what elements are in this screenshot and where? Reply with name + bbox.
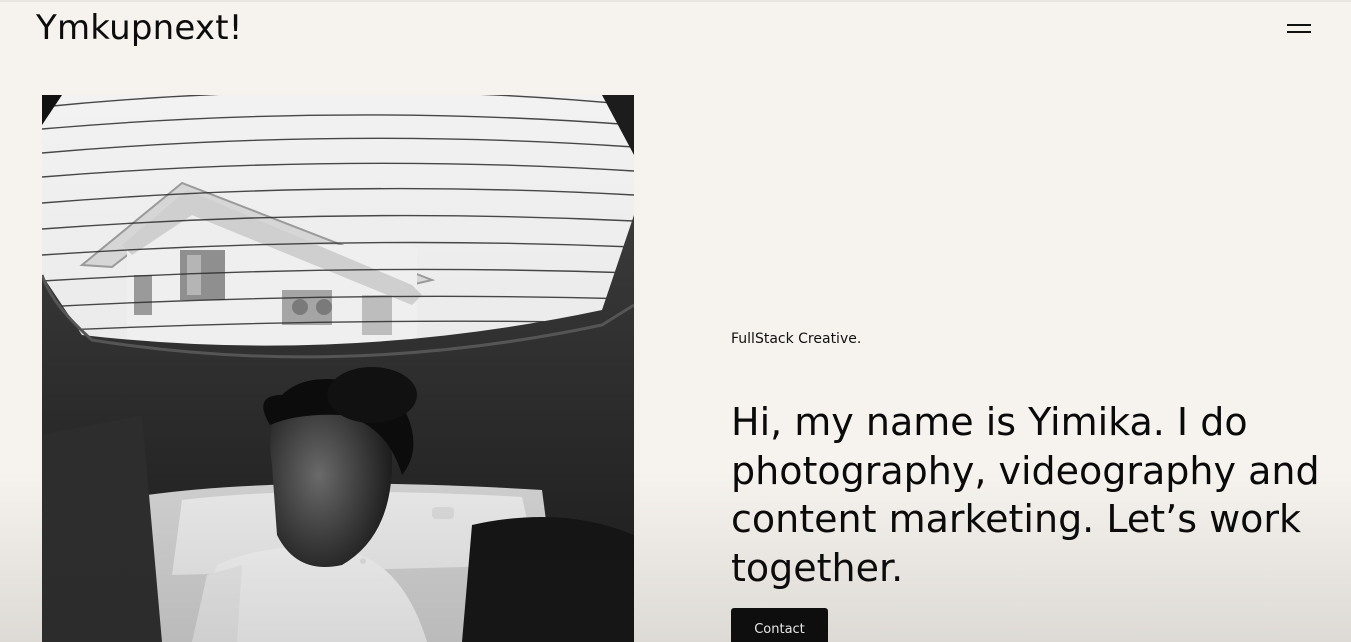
hero-photo-illustration <box>42 95 634 642</box>
site-logo[interactable]: Ymkupnext! <box>36 8 243 48</box>
tagline: FullStack Creative. <box>731 331 862 347</box>
hamburger-menu-icon[interactable] <box>1283 18 1315 40</box>
menu-line <box>1287 24 1311 26</box>
hero-photo <box>42 95 634 642</box>
menu-line <box>1287 31 1311 33</box>
intro-heading: Hi, my name is Yimika. I do photography,… <box>731 400 1320 590</box>
page: Ymkupnext! FullStack Creative. Hi, my na… <box>0 0 1351 642</box>
top-divider <box>0 0 1351 2</box>
contact-button[interactable]: Contact <box>731 608 828 642</box>
